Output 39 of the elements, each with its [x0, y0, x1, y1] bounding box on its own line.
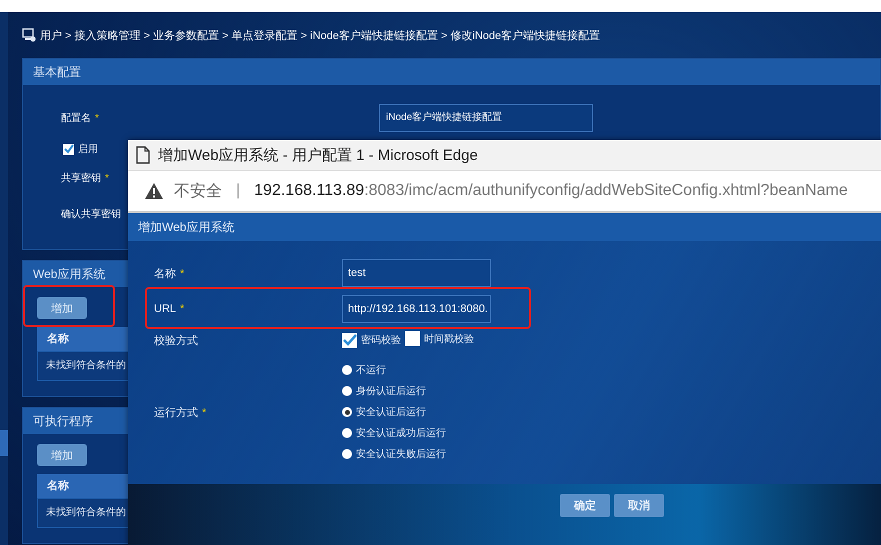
radio-label: 身份认证后运行 [356, 384, 426, 398]
radio-button[interactable] [342, 386, 352, 396]
input-field[interactable]: test [342, 259, 491, 287]
window-title: 增加Web应用系统 - 用户配置 1 - Microsoft Edge [158, 146, 478, 164]
checkbox[interactable] [342, 332, 357, 348]
radio-label: 安全认证后运行 [356, 406, 426, 419]
panel-title: 基本配置 [23, 59, 880, 85]
dialog-title: 增加Web应用系统 [128, 213, 881, 241]
checkbox[interactable] [405, 331, 420, 346]
input-field[interactable]: iNode客户端快捷链接配置 [379, 104, 593, 132]
page-icon [136, 146, 150, 164]
field-label: 配置名 [61, 113, 91, 124]
breadcrumb: 用户 > 接入策略管理 > 业务参数配置 > 单点登录配置 > iNode客户端快捷链接配置 > 修改iNode客户端快捷链接配置 [40, 28, 600, 42]
required-mark: * [202, 406, 206, 418]
radio-button[interactable] [342, 449, 352, 459]
radio-label: 安全认证失败后运行 [356, 448, 446, 461]
checkbox-label: 启用 [78, 142, 98, 156]
field-label: 共享密钥 [61, 173, 101, 184]
separator-text: | [236, 182, 240, 200]
field-label: URL [154, 303, 176, 315]
required-mark: * [105, 173, 109, 184]
required-mark: * [95, 113, 99, 124]
radio-button[interactable] [342, 428, 352, 438]
required-mark: * [180, 268, 184, 280]
url-text: 192.168.113.89:8083/imc/acm/authunifyconfig/addWebSiteConfig.xhtml?beanName [254, 182, 848, 200]
input-field[interactable]: http://192.168.113.101:8080. [342, 295, 491, 323]
radio-label: 不运行 [356, 364, 386, 377]
checkbox[interactable] [63, 144, 74, 154]
warning-icon [144, 182, 164, 200]
field-label: 确认共享密钥 [61, 209, 121, 220]
checkbox-label: 时间戳校验 [424, 332, 474, 346]
monitor-gear-icon [22, 28, 36, 42]
radio-label: 安全认证成功后运行 [356, 426, 446, 440]
radio-button[interactable] [342, 407, 352, 417]
required-mark: * [180, 303, 184, 315]
address-bar[interactable]: 不安全 | 192.168.113.89:8083/imc/acm/authunifyconfig/addWebSiteConfig.xhtml?beanName [128, 170, 881, 213]
security-label: 不安全 [174, 182, 222, 202]
radio-button[interactable] [342, 365, 352, 375]
checkbox-label: 密码校验 [361, 334, 401, 347]
